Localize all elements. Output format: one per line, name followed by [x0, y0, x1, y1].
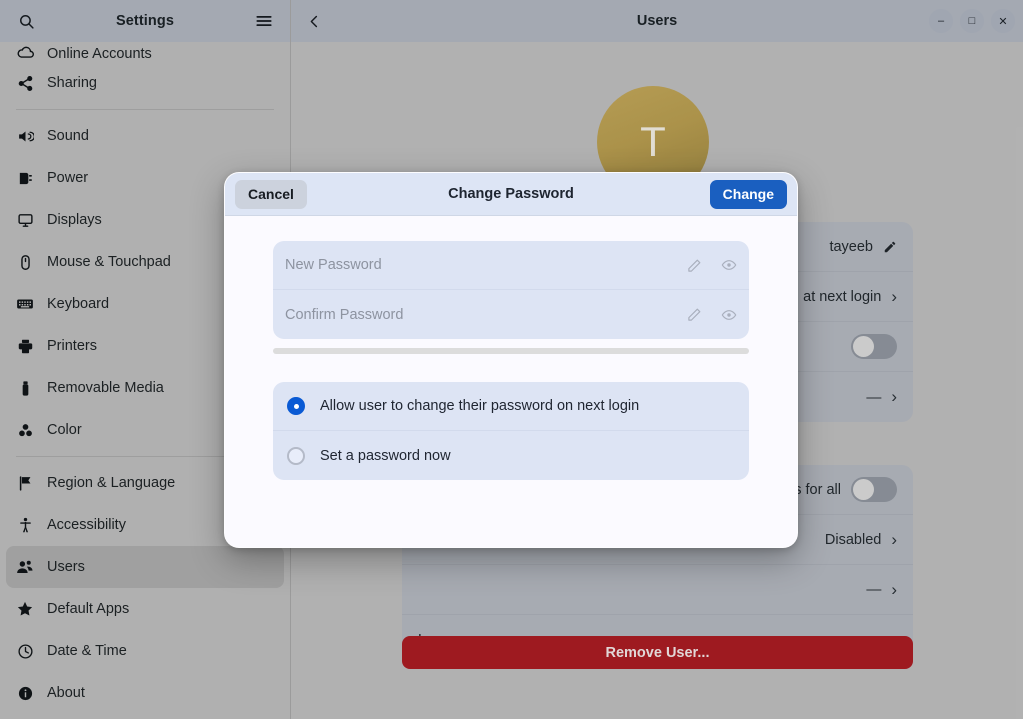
change-button[interactable]: Change: [710, 180, 787, 209]
dialog-header: Cancel Change Password Change: [225, 173, 797, 216]
close-button[interactable]: ✕: [991, 9, 1015, 33]
option-allow-change-next-login[interactable]: Allow user to change their password on n…: [273, 382, 749, 431]
search-icon[interactable]: [12, 7, 40, 35]
pencil-icon[interactable]: [687, 307, 702, 322]
new-password-input[interactable]: New Password: [285, 257, 382, 273]
dialog-body: New Password Confirm Password: [225, 216, 797, 480]
radio-button[interactable]: [287, 397, 305, 415]
chevron-left-icon[interactable]: [299, 7, 329, 35]
password-options-group: Allow user to change their password on n…: [273, 382, 749, 480]
maximize-button[interactable]: □: [960, 9, 984, 33]
confirm-password-row[interactable]: Confirm Password: [273, 290, 749, 339]
option-label: Allow user to change their password on n…: [320, 398, 639, 414]
minimize-button[interactable]: –: [929, 9, 953, 33]
change-password-dialog: Cancel Change Password Change New Passwo…: [224, 172, 798, 548]
radio-button[interactable]: [287, 447, 305, 465]
hamburger-menu-icon[interactable]: [250, 7, 278, 35]
pencil-icon[interactable]: [687, 258, 702, 273]
confirm-password-input[interactable]: Confirm Password: [285, 307, 403, 323]
cancel-button[interactable]: Cancel: [235, 180, 307, 209]
password-fields-group: New Password Confirm Password: [273, 241, 749, 339]
option-set-password-now[interactable]: Set a password now: [273, 431, 749, 480]
option-label: Set a password now: [320, 448, 451, 464]
eye-icon[interactable]: [721, 257, 737, 273]
new-password-row[interactable]: New Password: [273, 241, 749, 290]
settings-window: Settings Online Accounts: [0, 0, 1023, 719]
eye-icon[interactable]: [721, 307, 737, 323]
password-strength-bar: [273, 348, 749, 354]
window-controls: – □ ✕: [929, 9, 1015, 33]
